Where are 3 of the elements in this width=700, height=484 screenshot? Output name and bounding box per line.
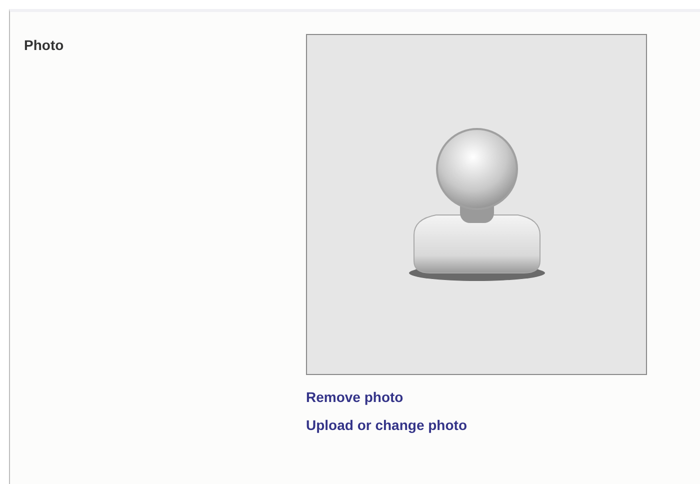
photo-link[interactable]: Remove photo <box>306 387 404 408</box>
field-label: Photo <box>24 37 64 53</box>
photo-link[interactable]: Upload or change photo <box>306 415 467 436</box>
